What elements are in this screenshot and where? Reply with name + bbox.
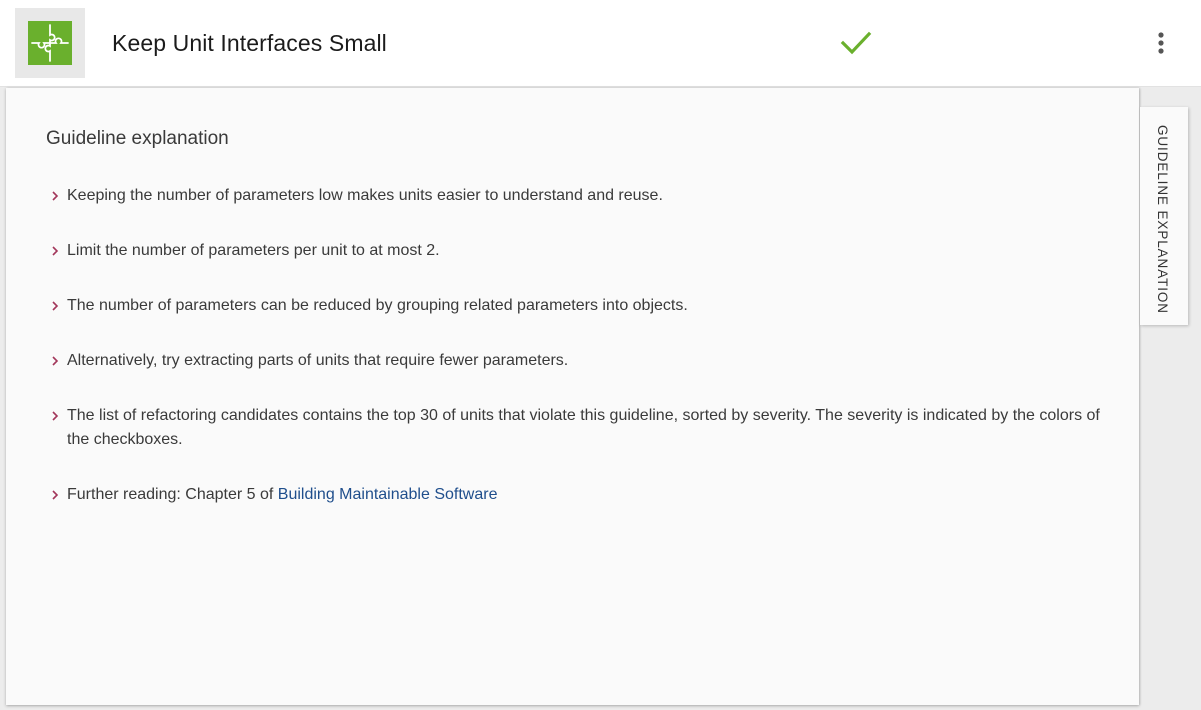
chevron-right-icon (51, 404, 63, 428)
page-title: Keep Unit Interfaces Small (112, 30, 387, 56)
tab-guideline-explanation[interactable]: GUIDELINE EXPLANATION (1140, 107, 1188, 325)
chevron-right-icon (51, 483, 63, 507)
header-bar: Keep Unit Interfaces Small (0, 0, 1201, 87)
explanation-list: Keeping the number of parameters low mak… (51, 184, 1101, 538)
list-item: Further reading: Chapter 5 of Building M… (51, 483, 1101, 507)
list-item-text: Keeping the number of parameters low mak… (67, 187, 663, 204)
tab-label: GUIDELINE EXPLANATION (1155, 125, 1170, 314)
chevron-right-icon (51, 184, 63, 208)
puzzle-icon (28, 21, 72, 65)
list-item: The number of parameters can be reduced … (51, 294, 1101, 318)
list-item-text: Limit the number of parameters per unit … (67, 242, 440, 259)
guideline-explanation-panel: Guideline explanation Keeping the number… (6, 88, 1139, 705)
more-vertical-icon (1158, 32, 1164, 54)
list-item: Alternatively, try extracting parts of u… (51, 349, 1101, 373)
section-title: Guideline explanation (46, 128, 229, 149)
list-item: Limit the number of parameters per unit … (51, 239, 1101, 263)
chevron-right-icon (51, 239, 63, 263)
list-item: Keeping the number of parameters low mak… (51, 184, 1101, 208)
list-item-text: Further reading: Chapter 5 of (67, 486, 278, 503)
list-item-text: Alternatively, try extracting parts of u… (67, 352, 569, 369)
chevron-right-icon (51, 349, 63, 373)
list-item-text: The number of parameters can be reduced … (67, 297, 688, 314)
further-reading-link[interactable]: Building Maintainable Software (278, 486, 498, 503)
list-item: The list of refactoring candidates conta… (51, 404, 1101, 452)
chevron-right-icon (51, 294, 63, 318)
guideline-logo (15, 8, 85, 78)
more-options-button[interactable] (1150, 28, 1172, 58)
checkmark-icon (840, 30, 872, 61)
list-item-text: The list of refactoring candidates conta… (67, 407, 1100, 448)
